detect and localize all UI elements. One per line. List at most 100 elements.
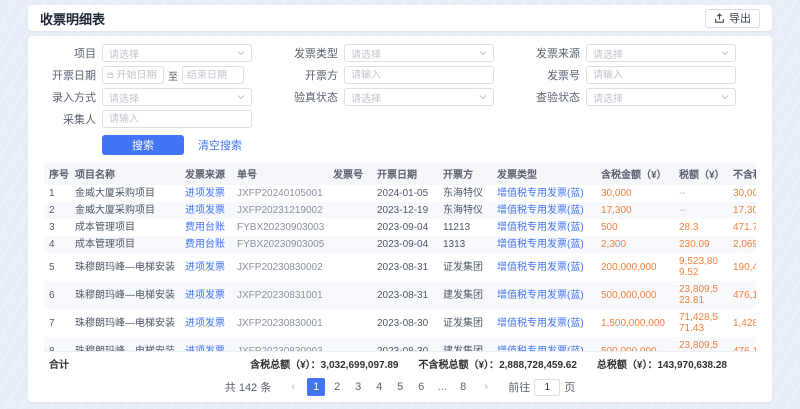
cell-amount-incl-tax: 30,000: [596, 185, 674, 202]
cell-amount-incl-tax: 1,500,000,000: [596, 309, 674, 337]
cell-tax: --: [674, 185, 728, 202]
table-row: 2 金威大厦采购项目 进项发票 JXFP20231219002 2023-12-…: [44, 202, 756, 219]
cell-invoice-date: 2023-12-19: [372, 202, 438, 219]
invoice-date-start[interactable]: [102, 66, 164, 84]
prev-page-button[interactable]: ‹: [284, 378, 302, 396]
column-header: 含税金额（¥）: [596, 162, 674, 185]
export-button[interactable]: 导出: [705, 9, 760, 28]
cell-index: 4: [44, 236, 70, 253]
cell-invoice-type: 增值税专用发票(蓝): [492, 309, 596, 337]
cell-tax: 230.09: [674, 236, 728, 253]
invoice-date-end[interactable]: [182, 66, 244, 84]
filter-invoice-no: 发票号: [528, 66, 736, 84]
cell-index: 3: [44, 219, 70, 236]
invoice-date-start-input[interactable]: [117, 70, 159, 81]
cell-invoice-type: 增值税专用发票(蓝): [492, 281, 596, 309]
excl-tax-total: 不含税总额（¥）：2,888,728,459.62: [419, 356, 577, 371]
column-header: 发票类型: [492, 162, 596, 185]
cell-order-no: JXFP20230831001: [232, 281, 328, 309]
table-wrap: 序号项目名称发票来源单号发票号开票日期开票方发票类型含税金额（¥）税额（¥）不含…: [44, 162, 756, 351]
invoice-source-select[interactable]: 请选择: [586, 44, 736, 62]
totals-row: 合计 含税总额（¥）：3,032,699,097.89 不含税总额（¥）：2,8…: [44, 351, 756, 375]
table-row: 3 成本管理项目 费用台账 FYBX20230903003 2023-09-04…: [44, 219, 756, 236]
tax-incl-total: 含税总额（¥）：3,032,699,097.89: [250, 356, 398, 371]
cell-index: 6: [44, 281, 70, 309]
column-header: 开票方: [438, 162, 492, 185]
invoice-source-link[interactable]: 进项发票: [180, 337, 232, 351]
body-card: 项目 请选择 发票类型 请选择 发票来源 请选择: [28, 36, 772, 402]
cell-index: 8: [44, 337, 70, 351]
goto-page-input[interactable]: [534, 379, 560, 396]
column-header: 税额（¥）: [674, 162, 728, 185]
column-header: 单号: [232, 162, 328, 185]
table-row: 7 珠穆朗玛峰—电梯安装 进项发票 JXFP20230830001 2023-0…: [44, 309, 756, 337]
invoice-source-link[interactable]: 进项发票: [180, 309, 232, 337]
pagination-bar: 共 142 条 ‹ 123456...8 › 前往 页: [44, 375, 756, 398]
cell-order-no: JXFP20240105001: [232, 185, 328, 202]
chevron-down-icon: [479, 93, 487, 101]
cell-invoice-no: [328, 281, 372, 309]
cell-order-no: JXFP20230830003: [232, 337, 328, 351]
cell-invoice-type: 增值税专用发票(蓝): [492, 202, 596, 219]
verify-status-select[interactable]: 请选择: [344, 88, 494, 106]
invoice-source-link[interactable]: 费用台账: [180, 236, 232, 253]
column-header: 序号: [44, 162, 70, 185]
cell-invoice-no: [328, 202, 372, 219]
page-button[interactable]: 1: [307, 378, 325, 396]
page-button[interactable]: 3: [349, 378, 367, 396]
next-page-button[interactable]: ›: [477, 378, 495, 396]
column-header: 发票来源: [180, 162, 232, 185]
cell-invoice-no: [328, 236, 372, 253]
table-row: 1 金威大厦采购项目 进项发票 JXFP20240105001 2024-01-…: [44, 185, 756, 202]
cell-order-no: JXFP20230830001: [232, 309, 328, 337]
search-button[interactable]: 搜索: [102, 135, 184, 155]
cell-amount-incl-tax: 200,000,000: [596, 253, 674, 281]
cell-tax: 28.3: [674, 219, 728, 236]
cell-invoice-date: 2023-08-30: [372, 309, 438, 337]
cell-invoice-date: 2023-09-04: [372, 219, 438, 236]
invoice-source-link[interactable]: 进项发票: [180, 185, 232, 202]
cell-order-no: FYBX20230903003: [232, 219, 328, 236]
clear-search-button[interactable]: 清空搜索: [198, 137, 242, 153]
invoice-type-select[interactable]: 请选择: [344, 44, 494, 62]
invoice-source-link[interactable]: 进项发票: [180, 253, 232, 281]
page-button[interactable]: 4: [370, 378, 388, 396]
issuer-input[interactable]: [344, 66, 494, 84]
page-button[interactable]: 5: [391, 378, 409, 396]
collector-input[interactable]: [102, 110, 252, 128]
table-row: 4 成本管理项目 费用台账 FYBX20230903005 2023-09-04…: [44, 236, 756, 253]
cell-invoice-date: 2024-01-05: [372, 185, 438, 202]
page-button[interactable]: 2: [328, 378, 346, 396]
entry-mode-select[interactable]: 请选择: [102, 88, 252, 106]
chevron-down-icon: [479, 49, 487, 57]
cell-amount-excl-tax: 30,000: [728, 185, 756, 202]
cell-amount-incl-tax: 500,000,000: [596, 337, 674, 351]
cell-project-name: 珠穆朗玛峰—电梯安装: [70, 281, 180, 309]
cell-project-name: 成本管理项目: [70, 236, 180, 253]
invoice-date-end-input[interactable]: [187, 70, 239, 81]
cell-amount-incl-tax: 2,300: [596, 236, 674, 253]
cell-invoice-no: [328, 185, 372, 202]
invoice-table: 序号项目名称发票来源单号发票号开票日期开票方发票类型含税金额（¥）税额（¥）不含…: [44, 162, 756, 351]
page-button[interactable]: 8: [454, 378, 472, 396]
page-button[interactable]: ...: [433, 378, 451, 396]
page: 收票明细表 导出 项目 请选择 发票类型 请选择: [0, 0, 800, 409]
project-select[interactable]: 请选择: [102, 44, 252, 62]
column-header: 不含税金额（¥）: [728, 162, 756, 185]
cell-amount-excl-tax: 2,069.91: [728, 236, 756, 253]
page-button[interactable]: 6: [412, 378, 430, 396]
check-status-select[interactable]: 请选择: [586, 88, 736, 106]
cell-invoice-type: 增值税专用发票(蓝): [492, 219, 596, 236]
invoice-no-input[interactable]: [586, 66, 736, 84]
cell-amount-excl-tax: 471.7: [728, 219, 756, 236]
cell-tax: 23,809,523.81: [674, 337, 728, 351]
cell-issuer: 1313: [438, 236, 492, 253]
invoice-source-link[interactable]: 进项发票: [180, 202, 232, 219]
chevron-down-icon: [237, 93, 245, 101]
cell-order-no: JXFP20230830002: [232, 253, 328, 281]
cell-project-name: 成本管理项目: [70, 219, 180, 236]
invoice-source-link[interactable]: 费用台账: [180, 219, 232, 236]
invoice-source-link[interactable]: 进项发票: [180, 281, 232, 309]
cell-order-no: JXFP20231219002: [232, 202, 328, 219]
table-row: 5 珠穆朗玛峰—电梯安装 进项发票 JXFP20230830002 2023-0…: [44, 253, 756, 281]
